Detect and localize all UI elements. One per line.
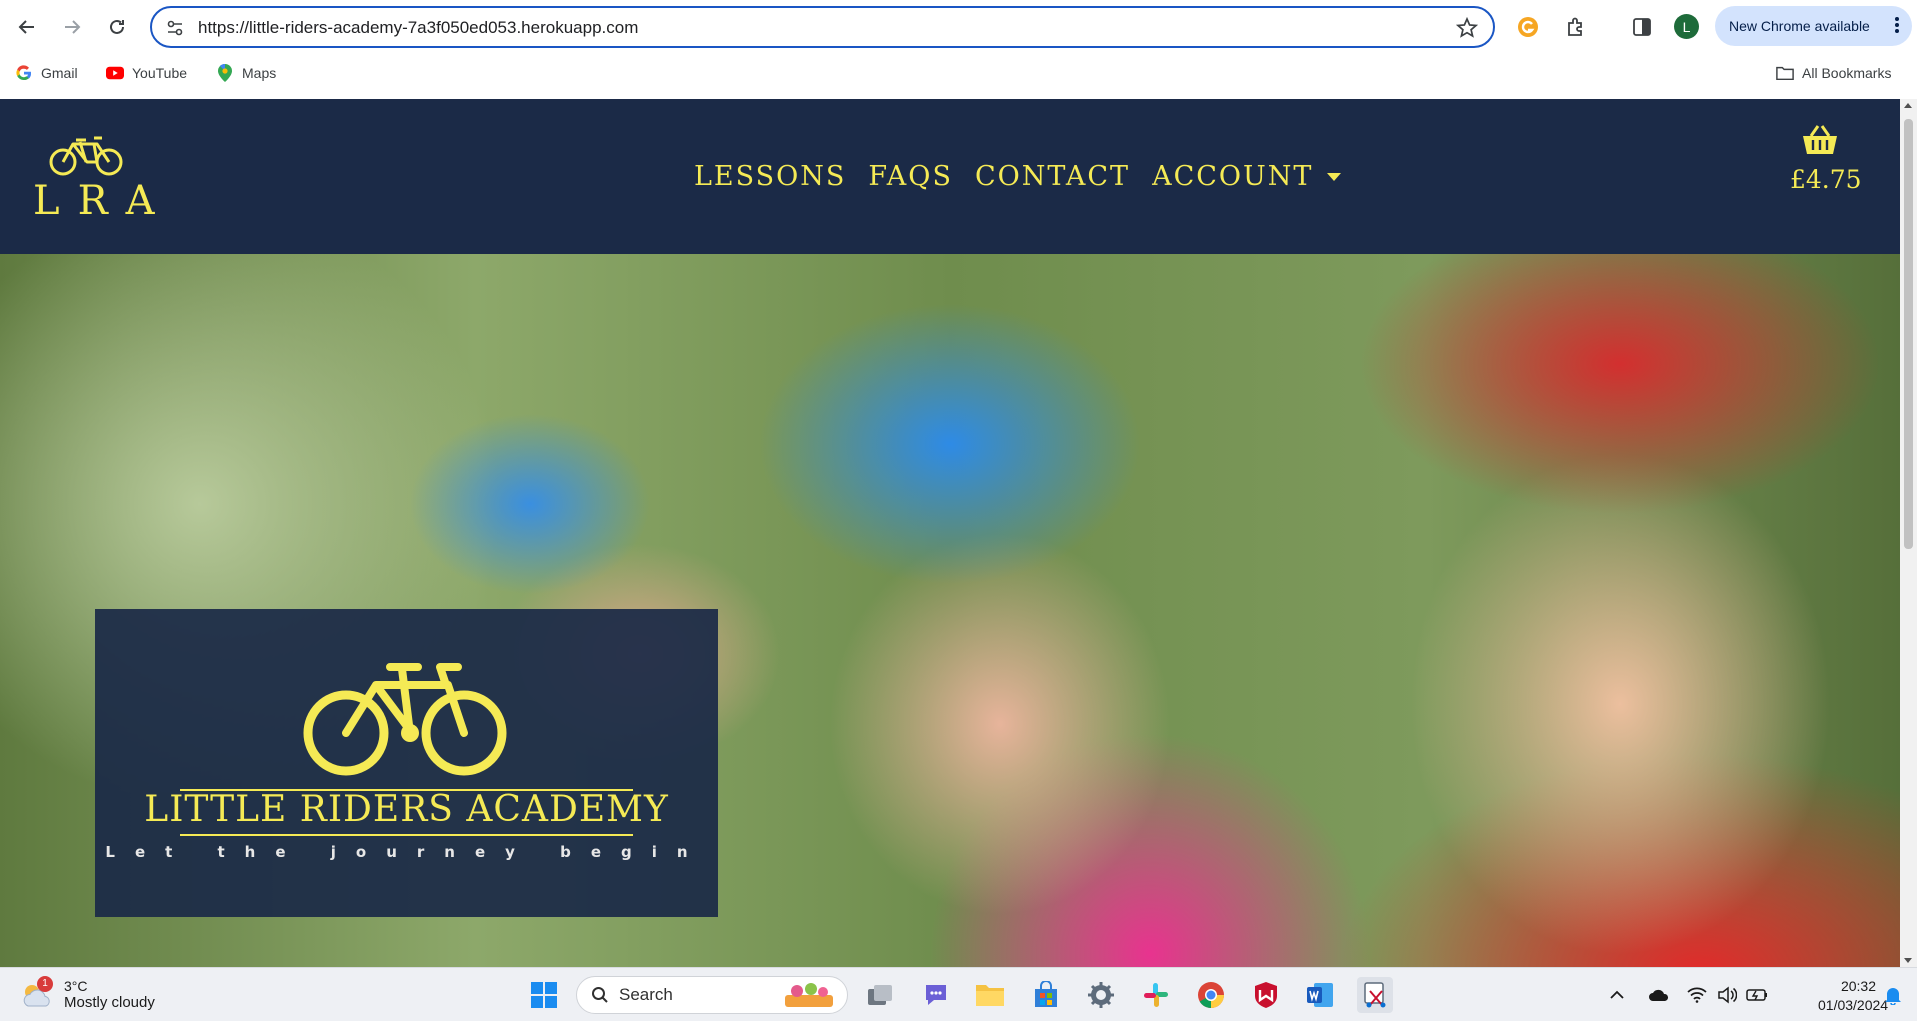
bookmark-gmail[interactable]: Gmail xyxy=(15,64,78,82)
nav-faqs-link[interactable]: FAQS xyxy=(868,161,953,192)
microsoft-store-app[interactable] xyxy=(1028,977,1064,1013)
reload-button[interactable] xyxy=(101,11,133,43)
scroll-down-arrow-icon[interactable] xyxy=(1904,958,1912,963)
page-scrollbar[interactable] xyxy=(1900,99,1917,967)
folder-icon xyxy=(1776,64,1794,82)
weather-badge: 1 xyxy=(37,975,53,992)
weather-condition: Mostly cloudy xyxy=(64,994,155,1011)
snipping-tool-icon xyxy=(1364,982,1386,1008)
google-icon xyxy=(15,64,33,82)
chrome-update-button[interactable]: New Chrome available xyxy=(1715,6,1912,46)
maps-icon xyxy=(216,64,234,82)
site-logo[interactable]: LRA xyxy=(30,132,155,227)
chat-icon xyxy=(926,985,946,1005)
logo-text: LRA xyxy=(33,178,173,224)
teams-chat-app[interactable] xyxy=(918,977,954,1013)
bicycle-icon xyxy=(303,663,507,776)
more-menu-icon[interactable] xyxy=(1894,16,1900,34)
nav-account-label: ACCOUNT xyxy=(1152,161,1314,192)
update-label: New Chrome available xyxy=(1729,18,1870,34)
hero-image: LITTLE RIDERS ACADEMY Let the journey be… xyxy=(0,254,1900,967)
url-text[interactable]: https://little-riders-academy-7a3f050ed0… xyxy=(198,18,638,38)
profile-avatar[interactable]: L xyxy=(1674,14,1699,39)
battery-icon[interactable] xyxy=(1746,984,1768,1006)
reload-icon xyxy=(110,19,124,34)
chrome-app[interactable] xyxy=(1193,977,1229,1013)
side-panel-icon[interactable] xyxy=(1628,13,1656,41)
bookmark-youtube[interactable]: YouTube xyxy=(106,64,187,82)
volume-icon[interactable] xyxy=(1716,984,1738,1006)
taskbar-search[interactable]: Search xyxy=(576,976,848,1014)
onedrive-cloud-icon[interactable] xyxy=(1648,984,1670,1006)
task-view-button[interactable] xyxy=(862,977,898,1013)
settings-app[interactable] xyxy=(1083,977,1119,1013)
forward-button[interactable] xyxy=(56,11,88,43)
windows-taskbar: 1 3°C Mostly cloudy Search 20:32 01/03/2… xyxy=(0,967,1917,1021)
nav-account-dropdown[interactable]: ACCOUNT xyxy=(1152,161,1342,192)
bookmarks-bar: Gmail YouTube Maps All Bookmarks xyxy=(0,54,1917,99)
page-viewport: LRA LESSONS FAQS CONTACT ACCOUNT £4.75 L… xyxy=(0,99,1900,967)
slack-icon xyxy=(1144,983,1168,1007)
cloudy-weather-icon: 1 xyxy=(20,975,54,1010)
folder-icon xyxy=(976,985,1004,1006)
file-explorer-app[interactable] xyxy=(972,977,1008,1013)
site-info-icon[interactable] xyxy=(164,17,186,39)
main-navigation: LESSONS FAQS CONTACT ACCOUNT xyxy=(694,161,1342,192)
chrome-icon xyxy=(1198,982,1224,1009)
windows-logo-icon xyxy=(531,982,557,1008)
grammarly-extension-icon[interactable] xyxy=(1514,13,1542,41)
start-button[interactable] xyxy=(526,977,562,1013)
mcafee-shield-icon xyxy=(1255,982,1277,1008)
word-icon xyxy=(1307,983,1333,1007)
hero-brand-card: LITTLE RIDERS ACADEMY Let the journey be… xyxy=(95,609,718,917)
all-bookmarks-button[interactable]: All Bookmarks xyxy=(1776,64,1891,82)
extensions-puzzle-icon[interactable] xyxy=(1562,13,1590,41)
browser-toolbar: https://little-riders-academy-7a3f050ed0… xyxy=(0,0,1917,54)
search-icon xyxy=(592,987,608,1003)
hero-brand-title: LITTLE RIDERS ACADEMY xyxy=(144,789,669,830)
store-icon xyxy=(1035,981,1057,1007)
forward-arrow-icon xyxy=(65,20,81,34)
bicycle-logo-icon xyxy=(49,136,123,176)
task-view-icon xyxy=(868,985,892,1005)
nav-contact-link[interactable]: CONTACT xyxy=(975,161,1130,192)
basket-total: £4.75 xyxy=(1790,165,1862,194)
hero-tagline: Let the journey begin xyxy=(105,843,708,861)
basket-link[interactable]: £4.75 xyxy=(1790,124,1862,194)
notification-bell-icon[interactable] xyxy=(1882,984,1904,1006)
mcafee-app[interactable] xyxy=(1248,977,1284,1013)
word-app[interactable] xyxy=(1302,977,1338,1013)
search-highlight-icon xyxy=(785,983,833,1007)
basket-icon xyxy=(1803,125,1837,154)
slack-app[interactable] xyxy=(1138,977,1174,1013)
bookmark-maps[interactable]: Maps xyxy=(216,64,276,82)
snipping-tool-app[interactable] xyxy=(1357,977,1393,1013)
back-button[interactable] xyxy=(11,11,43,43)
gear-icon xyxy=(1088,982,1114,1008)
scroll-up-arrow-icon[interactable] xyxy=(1904,103,1912,108)
site-header: LRA LESSONS FAQS CONTACT ACCOUNT £4.75 xyxy=(0,99,1900,254)
bookmark-label: Maps xyxy=(242,65,277,81)
youtube-icon xyxy=(106,64,124,82)
scrollbar-thumb[interactable] xyxy=(1904,119,1913,549)
bookmark-star-icon[interactable] xyxy=(1455,16,1479,40)
clock-date: 01/03/2024 xyxy=(1818,997,1889,1013)
bookmark-label: Gmail xyxy=(41,65,78,81)
bookmark-label: YouTube xyxy=(132,65,188,81)
system-clock[interactable]: 20:32 01/03/2024 xyxy=(1818,977,1889,1015)
nav-lessons-link[interactable]: LESSONS xyxy=(694,161,846,192)
caret-down-icon xyxy=(1327,172,1342,181)
address-bar[interactable]: https://little-riders-academy-7a3f050ed0… xyxy=(150,6,1495,48)
search-label: Search xyxy=(619,985,673,1004)
all-bookmarks-label: All Bookmarks xyxy=(1802,65,1892,81)
brand-divider-bottom xyxy=(180,834,633,836)
back-arrow-icon xyxy=(18,20,34,34)
wifi-icon[interactable] xyxy=(1686,984,1708,1006)
weather-widget[interactable]: 1 3°C Mostly cloudy xyxy=(20,975,155,1011)
weather-temperature: 3°C xyxy=(64,978,88,994)
clock-time: 20:32 xyxy=(1840,978,1876,994)
show-hidden-icons-chevron-icon[interactable] xyxy=(1606,984,1628,1006)
